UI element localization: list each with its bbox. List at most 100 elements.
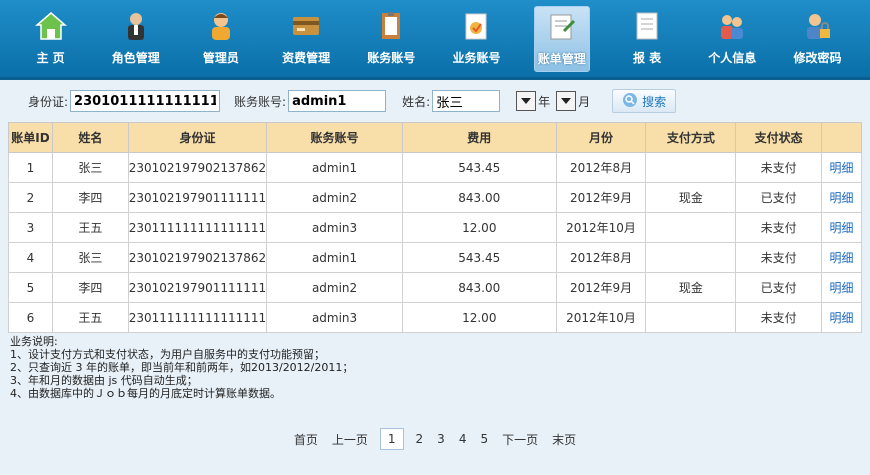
- table-cell: 2012年10月: [555, 212, 647, 243]
- detail-link[interactable]: 明细: [821, 182, 862, 213]
- year-select[interactable]: 年: [516, 91, 550, 111]
- table-cell: admin3: [266, 302, 403, 333]
- table-cell: 张三: [51, 152, 129, 183]
- nav-label: 账单管理: [537, 52, 586, 66]
- search-icon: [622, 92, 638, 111]
- table-cell: 王五: [51, 302, 129, 333]
- table-cell: 1: [8, 152, 53, 183]
- table-cell: 5: [8, 272, 53, 303]
- id-label: 身份证:: [28, 94, 69, 109]
- table-cell: 4: [8, 242, 53, 273]
- prev-page-link[interactable]: 上一页: [332, 431, 368, 448]
- table-cell: 已支付: [735, 272, 823, 303]
- nav-item-fee[interactable]: 资费管理: [264, 2, 349, 74]
- next-page-link[interactable]: 下一页: [502, 431, 538, 448]
- nav-label: 账务账号: [367, 51, 416, 65]
- table-cell: admin2: [266, 182, 403, 213]
- table-cell: 2012年9月: [555, 182, 647, 213]
- nav-label: 业务账号: [452, 51, 501, 65]
- detail-link[interactable]: 明细: [821, 302, 862, 333]
- column-header: [821, 122, 862, 153]
- table-row: 4 张三 230102197902137862 admin1 543.45 2012年8月…: [8, 242, 862, 273]
- nav-item-report[interactable]: 报 表: [605, 2, 690, 74]
- note-line: 2、只查询近 3 年的账单，即当前年和前两年，如2013/2012/2011；: [10, 361, 354, 374]
- chevron-down-icon: [516, 91, 537, 111]
- business-notes: 业务说明: 1、设计支付方式和支付状态，为用户自服务中的支付功能预留； 2、只查询近…: [10, 335, 870, 400]
- column-header: 身份证: [127, 122, 268, 153]
- name-input[interactable]: [432, 90, 501, 112]
- page-number-3[interactable]: 3: [437, 432, 445, 446]
- table-cell: 2012年10月: [555, 302, 647, 333]
- nav-item-admin[interactable]: 管理员: [178, 2, 263, 74]
- page-number-4[interactable]: 4: [459, 432, 467, 446]
- month-select[interactable]: 月: [556, 91, 590, 111]
- detail-link[interactable]: 明细: [821, 152, 862, 183]
- detail-link[interactable]: 明细: [821, 272, 862, 303]
- table-cell: 现金: [645, 182, 737, 213]
- detail-link[interactable]: 明细: [821, 242, 862, 273]
- bill-icon: [544, 9, 580, 45]
- year-label: 年: [538, 94, 551, 109]
- role-icon: [118, 8, 154, 44]
- table-header-row: 账单ID 姓名 身份证 账务账号 费用 月份 支付方式 支付状态: [8, 122, 862, 153]
- table-cell: 李四: [51, 182, 129, 213]
- nav-label: 报 表: [633, 51, 662, 65]
- table-cell: 未支付: [735, 152, 823, 183]
- table-cell: admin3: [266, 212, 403, 243]
- profile-icon: [714, 8, 750, 44]
- nav-label: 修改密码: [793, 51, 842, 65]
- page-number-1[interactable]: 1: [379, 428, 404, 450]
- search-button[interactable]: 搜索: [612, 89, 677, 113]
- column-header: 账务账号: [266, 122, 403, 153]
- table-cell: 843.00: [401, 272, 557, 303]
- pagination: 首页 上一页 12345 下一页 末页: [0, 428, 870, 450]
- column-header: 支付状态: [735, 122, 823, 153]
- account-label: 账务账号:: [234, 94, 287, 109]
- note-line: 1、设计支付方式和支付状态，为用户自服务中的支付功能预留；: [10, 348, 325, 361]
- note-line: 业务说明:: [10, 335, 58, 348]
- table-cell: 230102197901111111: [127, 182, 268, 213]
- nav-item-password[interactable]: 修改密码: [775, 2, 860, 74]
- table-cell: 李四: [51, 272, 129, 303]
- note-line: 4、由数据库中的Ｊｏｂ每月的月底定时计算账单数据。: [10, 387, 281, 400]
- page-number-5[interactable]: 5: [480, 432, 488, 446]
- table-cell: [645, 212, 737, 243]
- chevron-down-icon: [556, 91, 577, 111]
- detail-link[interactable]: 明细: [821, 212, 862, 243]
- nav-item-bill[interactable]: 账单管理: [534, 6, 590, 72]
- table-cell: 已支付: [735, 182, 823, 213]
- first-page-link[interactable]: 首页: [294, 431, 318, 448]
- page-number-2[interactable]: 2: [416, 432, 424, 446]
- table-cell: admin1: [266, 152, 403, 183]
- last-page-link[interactable]: 末页: [552, 431, 576, 448]
- nav-item-business[interactable]: 业务账号: [434, 2, 519, 74]
- table-cell: admin1: [266, 242, 403, 273]
- nav-item-profile[interactable]: 个人信息: [690, 2, 775, 74]
- account-input[interactable]: [288, 90, 387, 112]
- table-cell: 王五: [51, 212, 129, 243]
- id-input[interactable]: [70, 90, 221, 112]
- nav-label: 资费管理: [282, 51, 331, 65]
- business-icon: [458, 8, 494, 44]
- nav-label: 主 页: [36, 51, 65, 65]
- table-cell: 230102197902137862: [127, 242, 268, 273]
- nav-label: 管理员: [202, 51, 239, 65]
- table-cell: 张三: [51, 242, 129, 273]
- nav-item-home[interactable]: 主 页: [8, 2, 93, 74]
- top-navigation: 主 页 角色管理 管理员 资费管理 账务账号 业务账号 账单管理 报 表 个人信息 修改密码: [0, 0, 870, 80]
- table-cell: admin2: [266, 272, 403, 303]
- table-cell: [645, 242, 737, 273]
- table-row: 1 张三 230102197902137862 admin1 543.45 2012年8月…: [8, 152, 862, 183]
- table-row: 6 王五 230111111111111111 admin3 12.00 2012年10月…: [8, 302, 862, 333]
- column-header: 支付方式: [645, 122, 737, 153]
- table-cell: 2012年8月: [555, 152, 647, 183]
- nav-item-account[interactable]: 账务账号: [349, 2, 434, 74]
- table-cell: 230111111111111111: [127, 212, 268, 243]
- password-icon: [799, 8, 835, 44]
- table-cell: 2012年9月: [555, 272, 647, 303]
- table-cell: 543.45: [401, 152, 557, 183]
- column-header: 月份: [555, 122, 647, 153]
- table-cell: 未支付: [735, 212, 823, 243]
- bill-table: 账单ID 姓名 身份证 账务账号 费用 月份 支付方式 支付状态 1 张三 23010219790…: [8, 122, 862, 333]
- nav-item-role[interactable]: 角色管理: [93, 2, 178, 74]
